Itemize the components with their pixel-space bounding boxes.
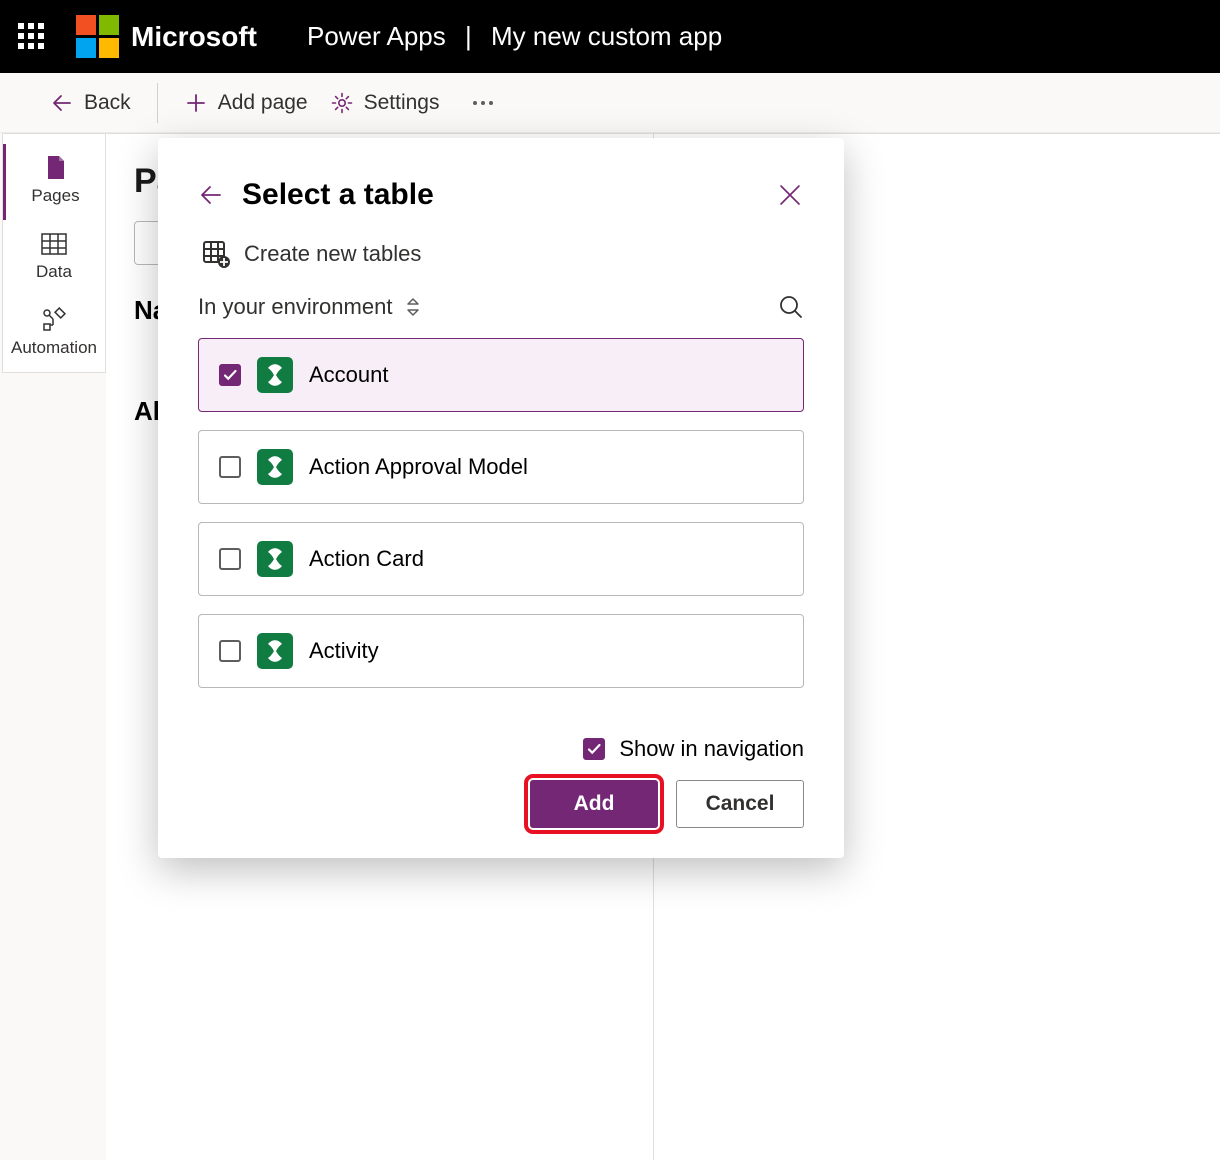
table-row[interactable]: Action Approval Model [198,430,804,504]
breadcrumb-separator: | [465,21,472,51]
more-icon [470,91,496,115]
table-checkbox[interactable] [219,364,241,386]
tables-list: Account Action Approval Model Action Car… [198,338,804,728]
add-page-label: Add page [218,91,308,115]
cancel-button[interactable]: Cancel [676,780,804,828]
more-button[interactable] [470,91,496,115]
add-button-label: Add [574,792,615,816]
table-name: Account [309,362,389,388]
brand-text: Microsoft [131,21,257,53]
back-arrow-icon[interactable] [198,182,224,208]
table-row[interactable]: Activity [198,614,804,688]
table-plus-icon [202,240,230,268]
sort-icon[interactable] [404,296,422,318]
show-in-nav-checkbox[interactable] [583,738,605,760]
table-row[interactable]: Account [198,338,804,412]
table-row[interactable]: Action Card [198,522,804,596]
create-new-label: Create new tables [244,241,421,267]
rail-item-data[interactable]: Data [3,220,105,296]
checkmark-icon [222,367,238,383]
dataverse-table-icon [257,357,293,393]
checkmark-icon [586,741,602,757]
table-checkbox[interactable] [219,456,241,478]
rail-item-automation[interactable]: Automation [3,296,105,372]
settings-label: Settings [364,91,440,115]
breadcrumb: Power Apps | My new custom app [307,21,722,52]
toolbar-divider [157,83,158,123]
rail-item-pages[interactable]: Pages [3,144,105,220]
settings-button[interactable]: Settings [330,91,440,115]
table-checkbox[interactable] [219,548,241,570]
cancel-button-label: Cancel [706,792,775,816]
environment-filter[interactable]: In your environment [198,294,392,320]
table-checkbox[interactable] [219,640,241,662]
microsoft-logo-icon [76,15,119,58]
rail-item-label: Pages [6,186,105,206]
dataverse-table-icon [257,633,293,669]
search-icon[interactable] [778,294,804,320]
modal-title: Select a table [242,178,758,212]
close-icon [776,181,804,209]
data-icon [3,230,105,258]
app-launcher-icon[interactable] [18,23,46,51]
rail-item-label: Data [3,262,105,282]
dataverse-table-icon [257,449,293,485]
close-button[interactable] [776,181,804,209]
add-button[interactable]: Add [530,780,658,828]
gear-icon [330,91,354,115]
create-new-tables-button[interactable]: Create new tables [198,240,804,268]
select-table-modal: Select a table Create new tables In your… [158,138,844,858]
left-nav-rail: Pages Data Automation [2,133,106,373]
plus-icon [184,91,208,115]
app-name[interactable]: My new custom app [491,21,722,51]
table-name: Action Card [309,546,424,572]
table-name: Activity [309,638,379,664]
rail-item-label: Automation [3,338,105,358]
arrow-left-icon [50,91,74,115]
back-label: Back [84,91,131,115]
product-name[interactable]: Power Apps [307,21,446,51]
pages-icon [6,154,105,182]
back-button[interactable]: Back [50,91,131,115]
add-page-button[interactable]: Add page [184,91,308,115]
table-name: Action Approval Model [309,454,528,480]
dataverse-table-icon [257,541,293,577]
show-in-nav-label: Show in navigation [619,736,804,762]
automation-icon [3,306,105,334]
